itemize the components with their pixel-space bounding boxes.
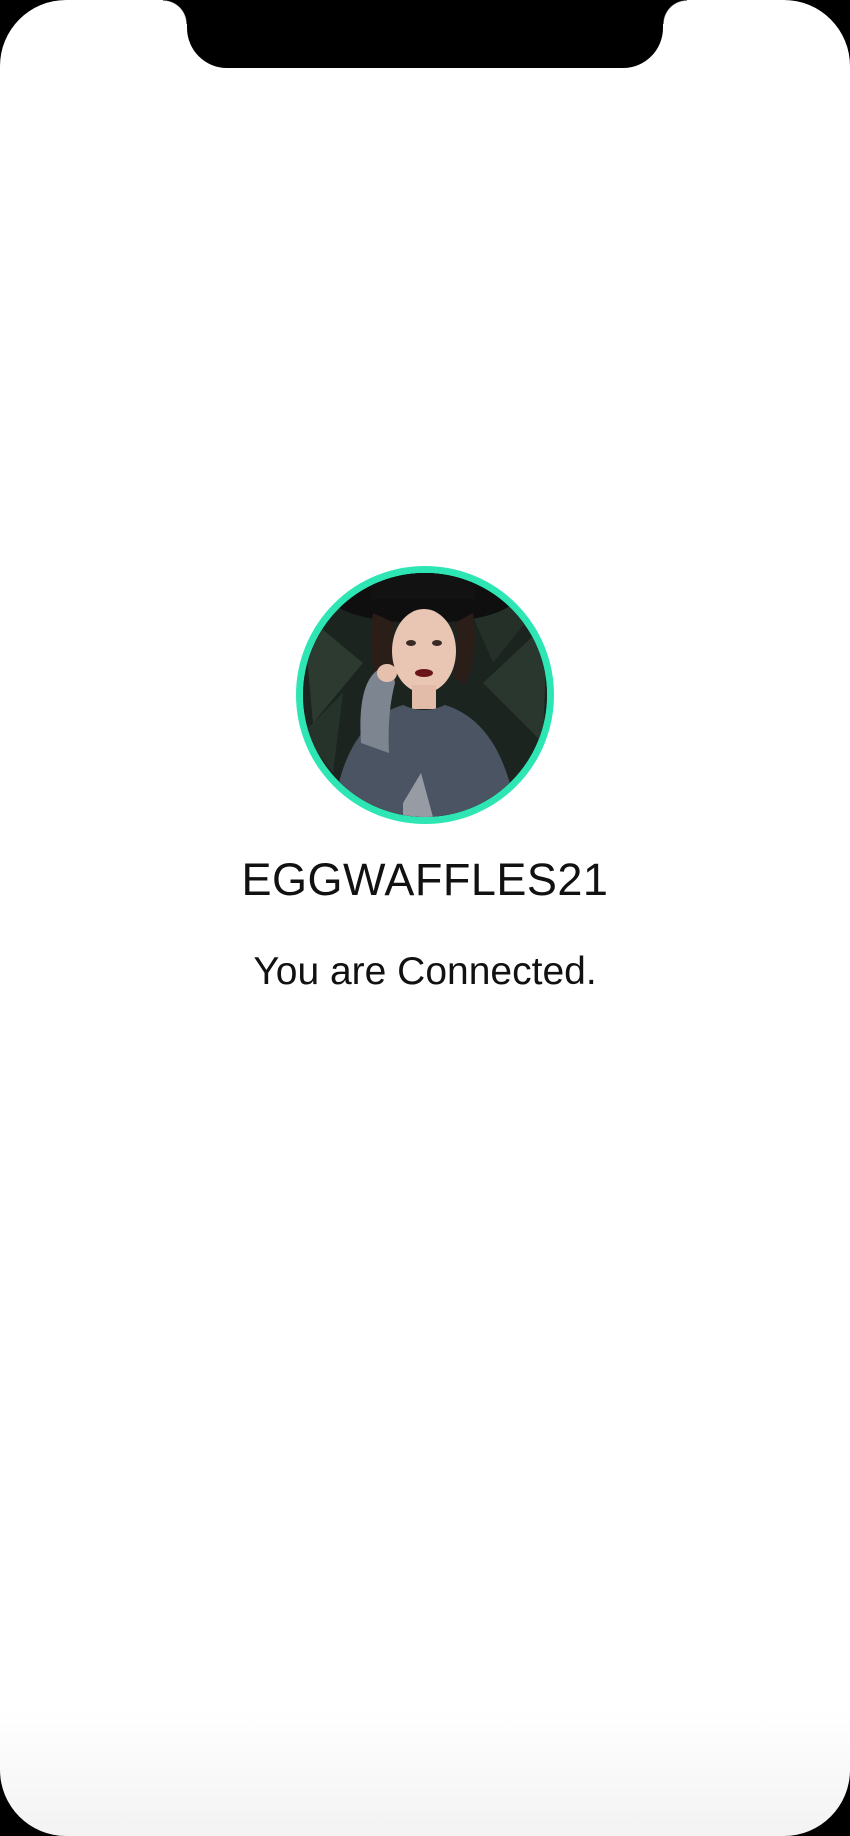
connection-status-text: You are Connected. [253,949,597,993]
user-photo-icon [303,573,547,817]
app-screen: EGGWAFFLES21 You are Connected. [0,0,850,1836]
username-label: EGGWAFFLES21 [241,854,609,905]
profile-section: EGGWAFFLES21 You are Connected. [0,566,850,995]
avatar [296,566,554,824]
device-notch [163,0,687,68]
